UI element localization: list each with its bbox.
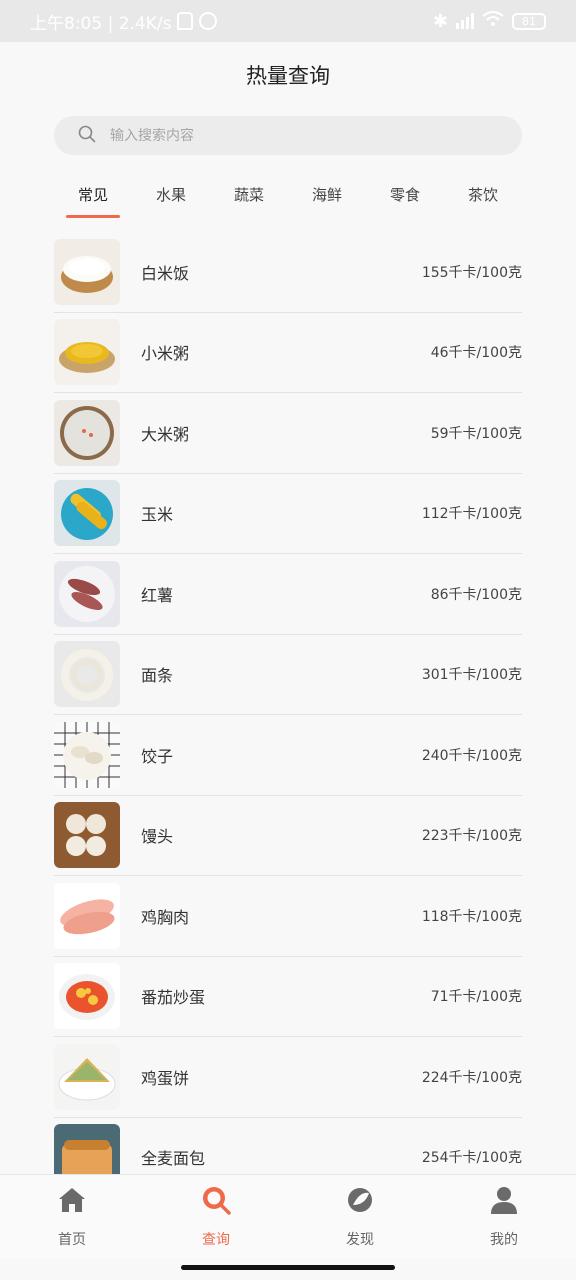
category-tabs: 常见 水果 蔬菜 海鲜 零食 茶饮 <box>54 172 522 222</box>
tab-snacks[interactable]: 零食 <box>366 172 444 222</box>
food-calories: 240千卡/100克 <box>421 747 522 764</box>
food-image-rice-porridge <box>54 399 120 466</box>
nav-label: 我的 <box>490 1232 518 1248</box>
tab-seafood[interactable]: 海鲜 <box>288 172 366 222</box>
home-icon <box>59 1188 85 1212</box>
food-row[interactable]: 鸡胸肉 118千卡/100克 <box>54 876 522 957</box>
food-calories: 155千卡/100克 <box>421 264 522 281</box>
tab-fruit[interactable]: 水果 <box>132 172 210 222</box>
food-name: 大米粥 <box>141 424 190 444</box>
battery-icon: 81 <box>512 12 546 30</box>
nav-search[interactable]: 查询 <box>144 1175 288 1258</box>
food-calories: 46千卡/100克 <box>430 345 522 362</box>
food-name: 白米饭 <box>141 263 190 283</box>
food-row[interactable]: 鸡蛋饼 224千卡/100克 <box>54 1037 522 1118</box>
status-time: 上午8:05 | 2.4K/s <box>30 13 172 34</box>
bluetooth-icon: ✱ <box>432 10 448 32</box>
food-calories: 71千卡/100克 <box>430 989 522 1006</box>
food-calories: 254千卡/100克 <box>421 1150 522 1167</box>
food-calories: 301千卡/100克 <box>421 667 522 684</box>
food-row[interactable]: 小米粥 46千卡/100克 <box>54 313 522 393</box>
food-row[interactable]: 红薯 86千卡/100克 <box>54 554 522 635</box>
food-row[interactable]: 全麦面包 254千卡/100克 <box>54 1118 522 1174</box>
search-bar[interactable] <box>54 116 522 155</box>
food-name: 饺子 <box>141 746 174 766</box>
food-row[interactable]: 番茄炒蛋 71千卡/100克 <box>54 957 522 1037</box>
food-row[interactable]: 大米粥 59千卡/100克 <box>54 393 522 474</box>
mute-bell-icon <box>177 12 194 30</box>
food-image-noodles <box>54 641 120 708</box>
food-name: 全麦面包 <box>141 1149 206 1169</box>
tab-drinks[interactable]: 茶饮 <box>444 172 522 222</box>
food-name: 小米粥 <box>141 344 190 364</box>
search-icon <box>203 1187 231 1215</box>
food-image-tomato-egg <box>54 963 120 1030</box>
food-row[interactable]: 白米饭 155千卡/100克 <box>54 232 522 313</box>
food-image-chicken-breast <box>54 882 120 949</box>
food-row[interactable]: 馒头 223千卡/100克 <box>54 796 522 876</box>
nav-label: 查询 <box>202 1232 230 1248</box>
nav-discover[interactable]: 发现 <box>288 1175 432 1258</box>
wifi-icon <box>482 10 504 32</box>
food-row[interactable]: 面条 301千卡/100克 <box>54 635 522 715</box>
discover-icon <box>348 1188 372 1212</box>
food-image-dumplings <box>54 721 120 788</box>
food-image-egg-pancake <box>54 1043 120 1110</box>
nav-profile[interactable]: 我的 <box>432 1175 576 1258</box>
food-image-rice <box>54 238 120 305</box>
home-indicator[interactable] <box>181 1265 395 1270</box>
nav-home[interactable]: 首页 <box>0 1175 144 1258</box>
profile-icon <box>491 1187 517 1214</box>
nav-label: 发现 <box>346 1232 374 1248</box>
tab-common[interactable]: 常见 <box>54 172 132 222</box>
food-row[interactable]: 饺子 240千卡/100克 <box>54 715 522 796</box>
page-title: 热量查询 <box>246 64 330 88</box>
food-name: 面条 <box>141 666 174 686</box>
food-name: 鸡胸肉 <box>141 907 190 927</box>
search-icon <box>78 125 96 147</box>
food-calories: 118千卡/100克 <box>421 908 522 925</box>
bottom-navigation: 首页 查询 发现 我的 <box>0 1174 576 1258</box>
status-bar: 上午8:05 | 2.4K/s ✱ 81 <box>0 0 576 42</box>
alarm-icon <box>199 12 218 30</box>
food-name: 番茄炒蛋 <box>141 988 206 1008</box>
tab-vegetables[interactable]: 蔬菜 <box>210 172 288 222</box>
food-image-corn <box>54 480 120 547</box>
food-calories: 224千卡/100克 <box>421 1069 522 1086</box>
signal-icon <box>456 13 474 29</box>
food-name: 红薯 <box>141 585 174 605</box>
food-image-millet-porridge <box>54 319 120 386</box>
food-name: 鸡蛋饼 <box>141 1068 190 1088</box>
food-name: 玉米 <box>141 505 174 525</box>
food-calories: 59千卡/100克 <box>430 425 522 442</box>
food-image-sweet-potato <box>54 560 120 627</box>
food-row[interactable]: 玉米 112千卡/100克 <box>54 474 522 554</box>
food-list: 白米饭 155千卡/100克 小米粥 46千卡/100克 大米粥 59千卡/10… <box>54 232 522 1174</box>
food-image-steamed-buns <box>54 802 120 869</box>
food-calories: 86千卡/100克 <box>430 586 522 603</box>
food-calories: 112千卡/100克 <box>421 506 522 523</box>
food-name: 馒头 <box>141 827 174 847</box>
food-calories: 223千卡/100克 <box>421 828 522 845</box>
food-image-whole-wheat-bread <box>54 1124 120 1174</box>
search-input[interactable] <box>110 127 470 144</box>
page-header: 热量查询 <box>0 42 576 108</box>
nav-label: 首页 <box>58 1232 86 1248</box>
